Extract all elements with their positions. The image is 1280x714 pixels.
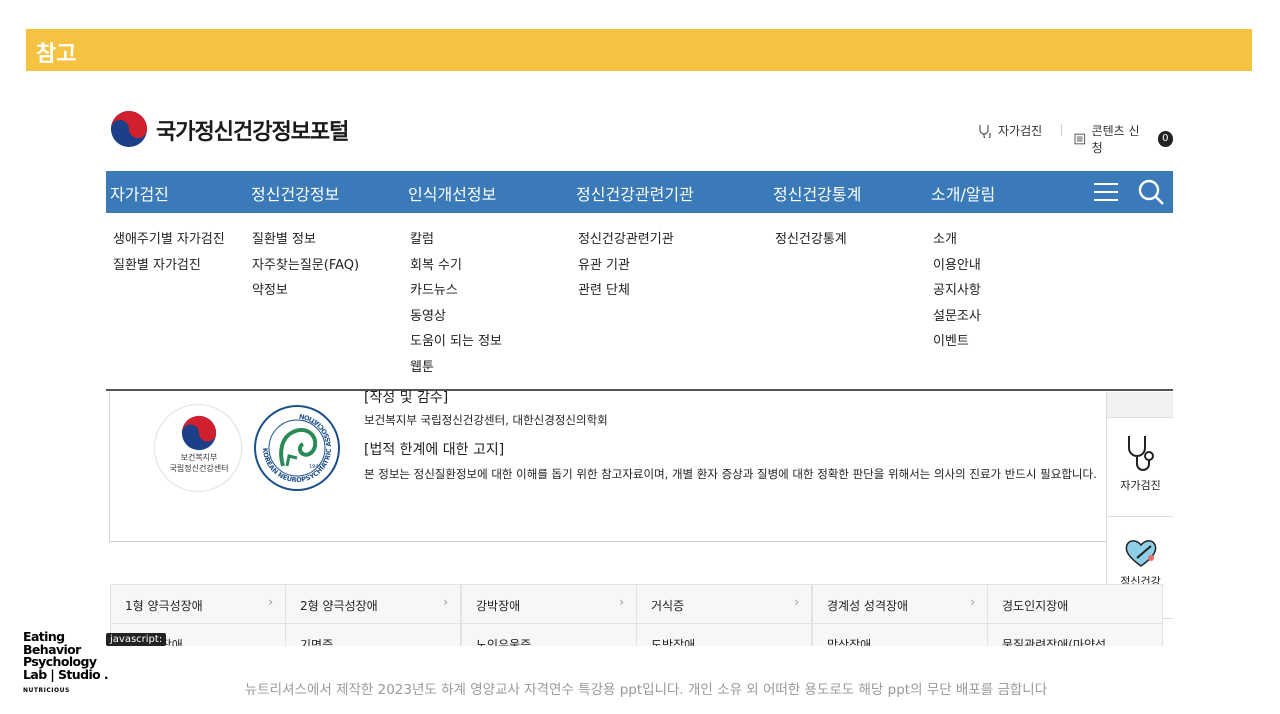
menu-item[interactable]: 설문조사: [933, 304, 981, 330]
menu-column-about-notice: 소개 이용안내 공지사항 설문조사 이벤트: [933, 227, 981, 355]
menu-item[interactable]: 카드뉴스: [410, 278, 502, 304]
nav-icon-group: [1093, 178, 1165, 206]
menu-column-awareness-info: 칼럼 회복 수기 카드뉴스 동영상 도움이 되는 정보 웹툰: [410, 227, 502, 380]
authoring-heading: [작성 및 감수]: [364, 390, 449, 406]
menu-column-self-check: 생애주기별 자가검진 질환별 자가검진: [113, 227, 225, 278]
menu-item[interactable]: 칼럼: [410, 227, 502, 253]
nav-self-check[interactable]: 자가검진: [110, 181, 169, 205]
disease-item[interactable]: 강박장애 ›: [461, 584, 637, 624]
seal-line-center: 국립정신건강센터: [169, 464, 229, 473]
search-icon[interactable]: [1137, 178, 1165, 206]
disease-item-label: 경계성 성격장애: [827, 599, 909, 613]
menu-item[interactable]: 회복 수기: [410, 253, 502, 279]
document-icon: [1074, 133, 1086, 145]
disease-item-label: 강박장애: [476, 599, 521, 613]
util-self-check-link[interactable]: 자가검진: [978, 122, 1042, 139]
main-nav: 자가검진 정신건강정보 인식개선정보 정신건강관련기관 정신건강통계 소개/알림: [106, 171, 1173, 213]
nav-awareness-info[interactable]: 인식개선정보: [408, 181, 496, 205]
disease-item-label: 기면증: [300, 638, 334, 646]
neuropsychiatric-association-seal: KOREAN NEUROPSYCHIATRIC ASSOCIATION 1945: [254, 405, 340, 491]
disease-item-label: 1형 양극성장애: [125, 599, 203, 613]
util-self-check-label: 자가검진: [998, 124, 1043, 138]
seal-line-ministry: 보건복지부: [180, 453, 218, 462]
disease-item-label: 경도인지장애: [1002, 599, 1069, 613]
menu-item[interactable]: 약정보: [252, 278, 359, 304]
disease-item[interactable]: 망상장애: [812, 623, 988, 646]
util-contents-link[interactable]: 콘텐츠 신청 0: [1074, 122, 1173, 156]
menu-icon[interactable]: [1093, 182, 1119, 202]
disease-item[interactable]: 경도인지장애: [987, 584, 1163, 624]
menu-item[interactable]: 공지사항: [933, 278, 981, 304]
stethoscope-icon: [1127, 436, 1154, 471]
menu-item[interactable]: 유관 기관: [578, 253, 674, 279]
footer-copyright-notice: 뉴트리셔스에서 제작한 2023년도 하계 영양교사 자격연수 특강용 ppt입…: [244, 682, 1048, 698]
nav-mental-health-info[interactable]: 정신건강정보: [251, 181, 339, 205]
header-banner: 참고: [26, 29, 1252, 71]
seal-year: 1945: [309, 464, 322, 470]
chevron-right-icon: ›: [443, 595, 448, 609]
mega-menu-dropdown: 생애주기별 자가검진 질환별 자가검진 질환별 정보 자주찾는질문(FAQ) 약…: [106, 213, 1173, 391]
disease-item-label: 망상장애: [827, 638, 872, 646]
disease-item[interactable]: 물질관련장애(마약성: [987, 623, 1163, 646]
nav-institutions[interactable]: 정신건강관련기관: [576, 181, 694, 205]
menu-item[interactable]: 도움이 되는 정보: [410, 329, 502, 355]
menu-column-mental-health-info: 질환별 정보 자주찾는질문(FAQ) 약정보: [252, 227, 359, 304]
menu-item[interactable]: 이벤트: [933, 329, 981, 355]
website-screenshot: 국가정신건강정보포털 자가검진 콘텐츠 신청 0 자가검진 정신건강정보 인식개…: [106, 96, 1173, 646]
util-contents-label: 콘텐츠 신청: [1091, 124, 1140, 155]
quick-menu-header: [1107, 392, 1173, 418]
menu-item[interactable]: 질환별 자가검진: [113, 253, 225, 279]
nav-statistics[interactable]: 정신건강통계: [773, 181, 861, 205]
chevron-right-icon: ›: [970, 595, 975, 609]
menu-item[interactable]: 생애주기별 자가검진: [113, 227, 225, 253]
chevron-right-icon: ›: [268, 595, 273, 609]
banner-title: 참고: [36, 42, 77, 67]
authoring-text: 보건복지부 국립정신건강센터, 대한신경정신의학회: [364, 413, 608, 427]
taegeuk-emblem-icon: [181, 415, 217, 451]
legal-notice-heading: [법적 한계에 대한 고지]: [364, 442, 505, 458]
menu-item[interactable]: 동영상: [410, 304, 502, 330]
menu-item[interactable]: 질환별 정보: [252, 227, 359, 253]
disease-item[interactable]: 2형 양극성장애 ›: [285, 584, 461, 624]
util-divider: [1061, 124, 1062, 136]
disease-item-label: 2형 양극성장애: [300, 599, 378, 613]
heart-pencil-icon: [1125, 540, 1156, 567]
disease-item[interactable]: 노인우울증: [461, 623, 637, 646]
source-info-box: 보건복지부 국립정신건강센터 KOREAN NEUROPSYCHIATRIC A…: [109, 390, 1109, 542]
taegeuk-logo-icon[interactable]: [110, 110, 148, 148]
disease-item[interactable]: 1형 양극성장애 ›: [110, 584, 286, 624]
menu-column-institutions: 정신건강관련기관 유관 기관 관련 단체: [578, 227, 674, 304]
disease-item[interactable]: 경계성 성격장애 ›: [812, 584, 988, 624]
menu-column-statistics: 정신건강통계: [775, 227, 847, 253]
ministry-seal: 보건복지부 국립정신건강센터: [154, 404, 242, 492]
quick-self-check-button[interactable]: 자가검진: [1107, 434, 1173, 494]
disease-item-label: 노인우울증: [476, 638, 532, 646]
menu-item[interactable]: 정신건강관련기관: [578, 227, 674, 253]
menu-item[interactable]: 관련 단체: [578, 278, 674, 304]
chevron-right-icon: ›: [794, 595, 799, 609]
disease-item-label: 물질관련장애(마약성: [1002, 638, 1107, 646]
chevron-right-icon: ›: [619, 595, 624, 609]
quick-self-check-label: 자가검진: [1120, 479, 1161, 492]
status-tooltip: javascript:: [106, 633, 167, 646]
disease-item[interactable]: 기면증: [285, 623, 461, 646]
site-title[interactable]: 국가정신건강정보포털: [156, 114, 349, 146]
nav-about-notice[interactable]: 소개/알림: [931, 181, 995, 205]
menu-item[interactable]: 정신건강통계: [775, 227, 847, 253]
contents-count-badge: 0: [1157, 131, 1173, 147]
stethoscope-icon: [979, 124, 991, 138]
disease-item-label: 거식증: [651, 599, 685, 613]
disease-item[interactable]: 도박장애: [636, 623, 812, 646]
legal-notice-text: 본 정보는 정신질환정보에 대한 이해를 돕기 위한 참고자료이며, 개별 환자…: [364, 467, 1097, 481]
menu-item[interactable]: 이용안내: [933, 253, 981, 279]
disease-item-label: 도박장애: [651, 638, 696, 646]
menu-item[interactable]: 웹툰: [410, 355, 502, 381]
menu-item[interactable]: 자주찾는질문(FAQ): [252, 253, 359, 279]
disease-item[interactable]: 거식증 ›: [636, 584, 812, 624]
menu-item[interactable]: 소개: [933, 227, 981, 253]
quick-divider: [1107, 516, 1173, 517]
